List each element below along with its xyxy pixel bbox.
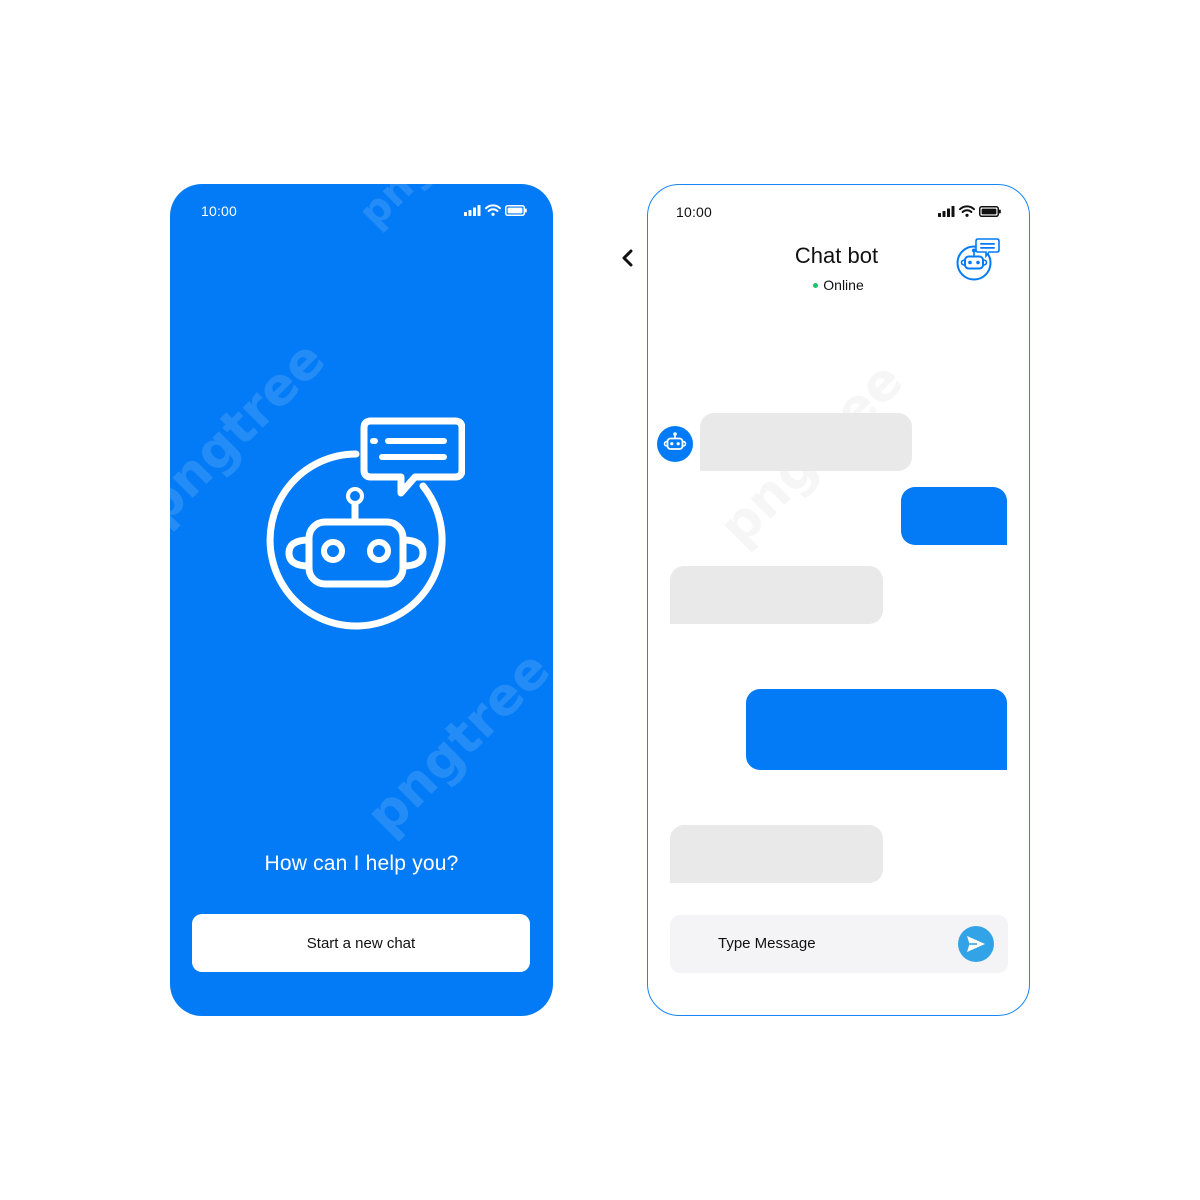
chat-screen: pngtree 10:00 <box>647 184 1030 1016</box>
chatbot-icon <box>266 417 465 630</box>
status-icons <box>938 205 1001 217</box>
message-input-bar[interactable]: Type Message <box>670 915 1008 973</box>
chatbot-avatar-icon[interactable] <box>956 237 1000 283</box>
status-bar: 10:00 <box>170 184 553 238</box>
start-new-chat-button[interactable]: Start a new chat <box>192 914 530 972</box>
wifi-icon <box>959 205 975 217</box>
battery-icon <box>505 204 527 216</box>
status-time: 10:00 <box>676 204 713 220</box>
welcome-screen: pngtree pngtree pngtree 10:00 <box>170 184 553 1016</box>
watermark: pngtree <box>355 639 553 847</box>
send-button[interactable] <box>958 926 994 962</box>
back-button[interactable] <box>617 246 637 270</box>
user-message-bubble <box>746 689 1007 770</box>
message-input[interactable]: Type Message <box>718 935 816 952</box>
status-time: 10:00 <box>201 203 238 219</box>
signal-icon <box>938 205 955 217</box>
signal-icon <box>464 204 481 216</box>
help-prompt: How can I help you? <box>264 852 459 875</box>
wifi-icon <box>485 204 501 216</box>
online-dot <box>813 282 819 288</box>
online-label: Online <box>823 277 864 293</box>
back-chevron-icon <box>622 249 633 267</box>
canvas: pngtree pngtree pngtree 10:00 <box>0 0 1200 1200</box>
status-bar: 10:00 <box>648 185 1029 239</box>
status-icons <box>464 204 527 216</box>
bot-message-bubble <box>670 825 883 883</box>
bot-message-bubble <box>670 566 883 624</box>
user-message-bubble <box>901 487 1007 545</box>
bot-avatar-icon <box>657 426 693 462</box>
bot-message-bubble <box>700 413 912 471</box>
battery-icon <box>979 205 1001 217</box>
send-icon <box>967 936 985 952</box>
